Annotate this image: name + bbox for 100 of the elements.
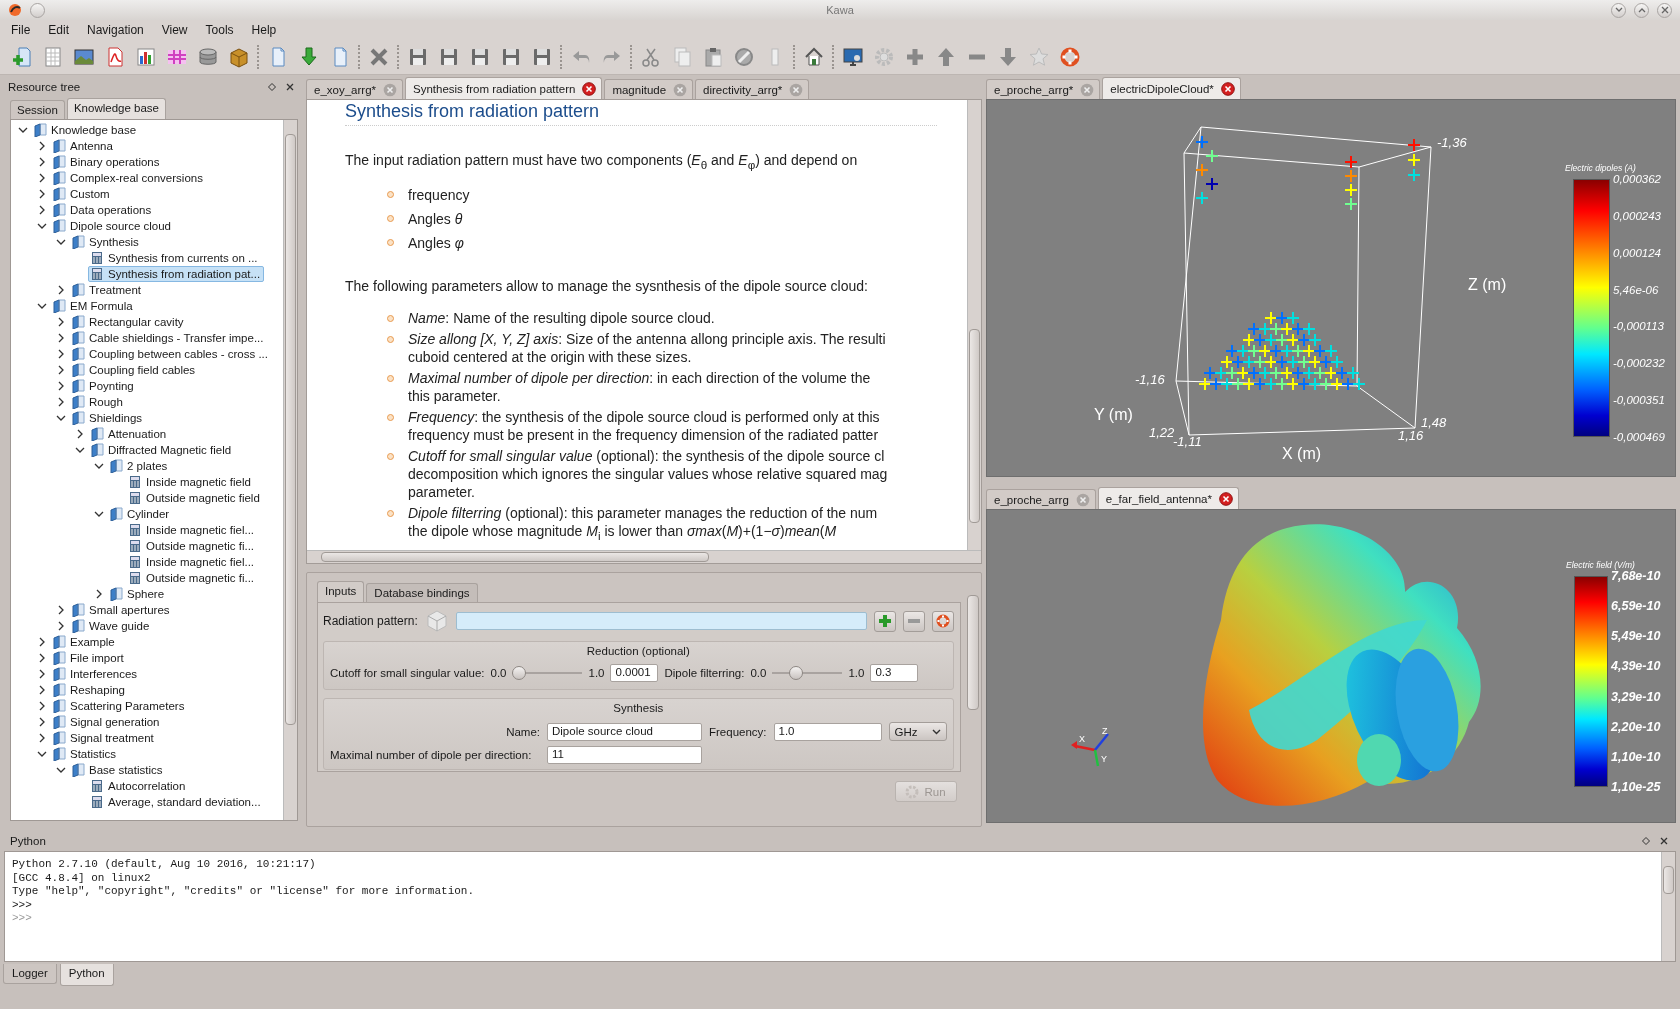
tree-item[interactable]: Example [50,634,119,650]
tree-item[interactable]: Binary operations [50,154,164,170]
scrollbar[interactable] [307,550,981,563]
prohibited-icon[interactable] [732,46,755,68]
scale-label: 4,39e-10 [1611,659,1661,674]
tab[interactable]: Knowledge base [66,98,166,119]
tree-item[interactable]: Shieldings [69,410,147,426]
input-field[interactable]: Dipole source cloud [547,722,702,741]
tree-item[interactable]: File import [50,650,128,666]
tree-item[interactable]: Outside magnetic fi... [126,538,259,554]
tab[interactable]: Python [59,964,114,986]
close-icon[interactable] [1220,81,1235,96]
scrollbar[interactable] [283,120,297,820]
menu-item[interactable]: File [2,23,40,37]
tab[interactable]: Logger [3,964,57,984]
tree-item[interactable]: Data operations [50,202,156,218]
tab[interactable]: e_far_field_antenna* [1097,487,1239,509]
tree-item[interactable]: Inside magnetic fiel... [126,554,259,570]
menu-item[interactable]: Edit [39,23,79,37]
tree-item[interactable]: Complex-real conversions [50,170,207,186]
tree-item[interactable]: Wave guide [69,618,154,634]
tab[interactable]: e_proche_arrg* [986,79,1101,99]
float-icon[interactable] [1642,837,1650,845]
tree-item[interactable]: Cylinder [107,506,174,522]
box-icon[interactable] [227,46,250,68]
tree-item[interactable]: Poynting [69,378,138,394]
help-button[interactable] [931,610,954,632]
tree-item[interactable]: Diffracted Magnetic field [88,442,236,458]
tab[interactable]: Inputs [317,581,365,602]
tree-item[interactable]: Synthesis from radiation pat... [88,266,265,282]
tree-item[interactable]: Autocorrelation [88,778,190,794]
monitor-icon[interactable] [841,46,864,68]
tab[interactable]: e_xoy_arrg* [306,79,403,99]
close-icon[interactable] [286,83,294,91]
tree-item[interactable]: Coupling field cables [69,362,200,378]
tree-item[interactable]: Base statistics [69,762,167,778]
document-plus-icon[interactable] [10,46,33,68]
tree-item[interactable]: Rough [69,394,127,410]
tree-item[interactable]: 2 plates [107,458,172,474]
unit-dropdown[interactable]: GHz [888,722,947,741]
input-field[interactable]: 0.0001 [610,664,659,682]
scissors-icon[interactable] [639,46,662,68]
input-field[interactable]: 0.3 [870,664,919,682]
tree-item[interactable]: Sphere [107,586,169,602]
tree-item[interactable]: Treatment [69,282,145,298]
tree-item[interactable]: Dipole source cloud [50,218,175,234]
tree-item[interactable]: Scattering Parameters [50,698,189,714]
scrollbar[interactable] [1661,852,1675,961]
tree-item[interactable]: Rectangular cavity [69,314,188,330]
slider-handle[interactable] [789,666,804,680]
menu-item[interactable]: View [152,23,197,37]
close-icon[interactable] [1218,491,1233,506]
tree-item[interactable]: Inside magnetic field [126,474,255,490]
slider-handle[interactable] [512,666,527,680]
tree-item[interactable]: Cable shieldings - Transfer impe... [69,330,268,346]
tab[interactable]: Session [10,100,65,119]
tab[interactable]: Database bindings [366,583,478,602]
tree-item[interactable]: Statistics [50,746,120,762]
tree-item[interactable]: Custom [50,186,114,202]
tree-item[interactable]: Small apertures [69,602,174,618]
scale-label: 7,68e-10 [1611,569,1661,583]
menu-item[interactable]: Help [242,23,286,37]
picture-icon[interactable] [72,46,95,68]
maximize-button[interactable] [1634,2,1649,18]
database-icon[interactable] [196,46,219,68]
tab[interactable]: Synthesis from radiation pattern [405,77,603,99]
minimize-button[interactable] [1611,2,1626,18]
add-button[interactable] [873,610,896,632]
tab[interactable]: electricDipoleCloud* [1102,77,1241,99]
tree-item[interactable]: Reshaping [50,682,129,698]
tree-item[interactable]: Average, standard deviation... [88,794,265,810]
close-icon[interactable] [1660,837,1668,845]
star-icon[interactable] [1027,46,1050,68]
tree-item[interactable]: Knowledge base [31,122,141,138]
lifebuoy-icon[interactable] [1058,46,1081,68]
tree-item[interactable]: Synthesis [69,234,143,250]
tree-item[interactable]: Coupling between cables - cross ... [69,346,272,362]
tree-item[interactable]: Synthesis from currents on ... [88,250,262,266]
float-icon[interactable] [268,83,276,91]
tree-item[interactable]: Signal generation [50,714,164,730]
tree-item[interactable]: Interferences [50,666,142,682]
input-field[interactable]: 11 [547,746,702,764]
tree-item[interactable]: Antenna [50,138,117,154]
menu-item[interactable]: Navigation [78,23,153,37]
close-button[interactable] [1657,2,1672,18]
tree-item[interactable]: Outside magnetic fi... [126,570,259,586]
tree-item[interactable]: Attenuation [88,426,171,442]
bar-chart-icon[interactable] [134,46,157,68]
tree-item[interactable]: Outside magnetic field [126,490,264,506]
tab[interactable]: e_proche_arrg [986,489,1096,509]
tree-item[interactable]: Inside magnetic fiel... [126,522,259,538]
scrollbar[interactable] [967,100,981,550]
menu-item[interactable]: Tools [196,23,243,37]
close-icon[interactable] [582,81,597,96]
input-field[interactable]: 1.0 [773,722,882,741]
tree-item[interactable]: Signal treatment [50,730,158,746]
tree-item[interactable]: EM Formula [50,298,137,314]
tab[interactable]: directivity_arrg* [695,79,810,99]
tab[interactable]: magnitude [604,79,694,99]
input-field[interactable] [455,612,867,630]
